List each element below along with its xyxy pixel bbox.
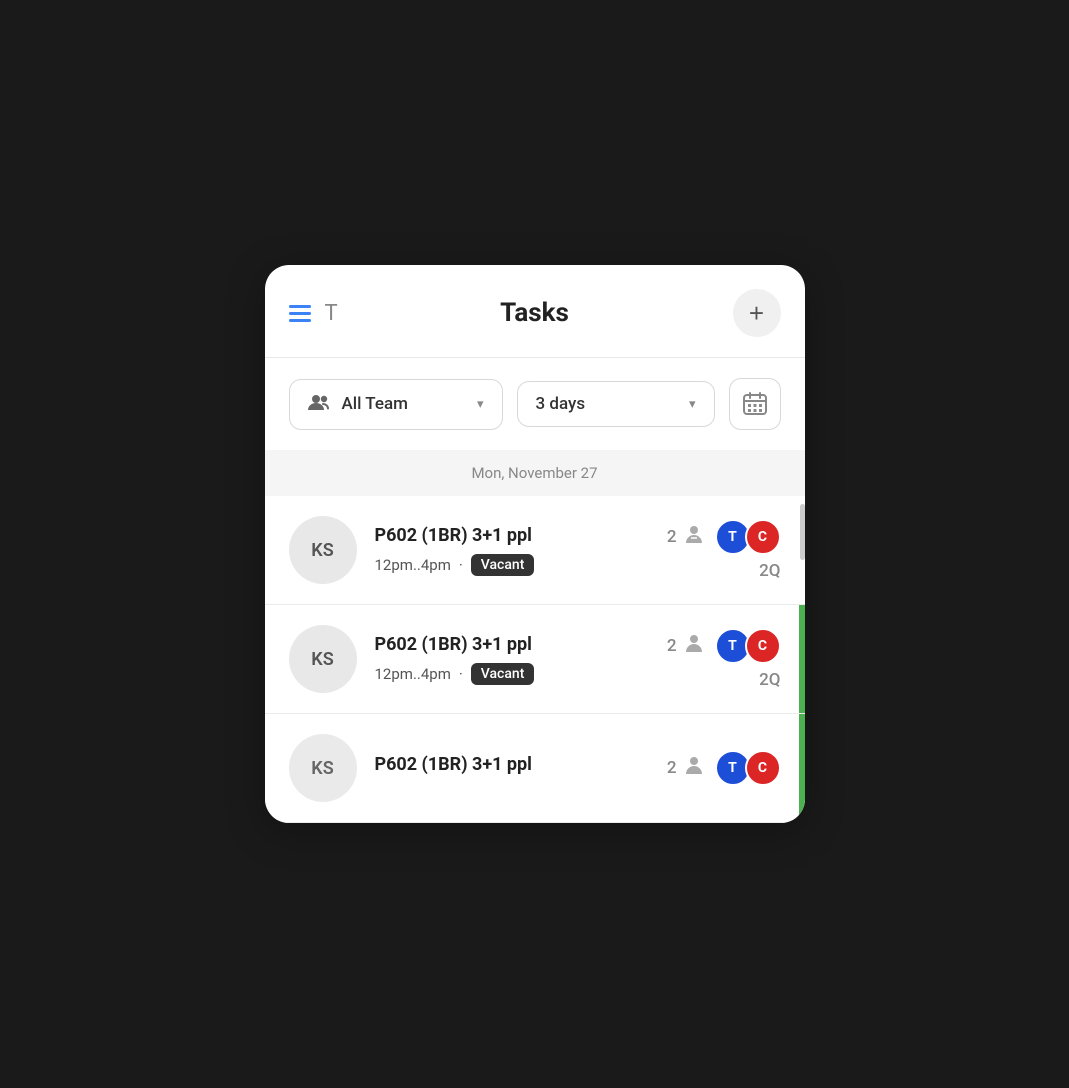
task-time: 12pm..4pm — [375, 665, 451, 683]
member-avatar-c: C — [745, 628, 781, 664]
separator: · — [459, 556, 463, 574]
task-qty: 2Q — [759, 561, 780, 581]
task-row[interactable]: KS P602 (1BR) 3+1 ppl 2 T C — [265, 714, 805, 823]
avatar: KS — [289, 625, 357, 693]
task-meta-top: 2 T C — [667, 750, 781, 786]
task-time-row: 12pm..4pm · Vacant — [375, 554, 651, 576]
days-filter-label: 3 days — [536, 394, 586, 414]
header: T Tasks + — [265, 265, 805, 357]
task-row[interactable]: KS P602 (1BR) 3+1 ppl 12pm..4pm · Vacant… — [265, 496, 805, 605]
days-chevron-icon: ▾ — [689, 397, 696, 412]
vacant-badge: Vacant — [471, 663, 535, 685]
member-avatars: T C — [715, 519, 781, 555]
task-count: 2 — [667, 758, 677, 778]
header-t-label: T — [325, 301, 338, 326]
separator: · — [459, 665, 463, 683]
menu-icon[interactable] — [289, 305, 311, 322]
date-header-section: Mon, November 27 — [265, 450, 805, 496]
team-icon — [308, 392, 332, 417]
team-chevron-icon: ▾ — [477, 397, 484, 412]
task-title: P602 (1BR) 3+1 ppl — [375, 634, 651, 655]
task-qty: 2Q — [759, 670, 780, 690]
task-time: 12pm..4pm — [375, 556, 451, 574]
person-icon — [683, 755, 705, 782]
member-avatar-c: C — [745, 519, 781, 555]
team-filter-dropdown[interactable]: All Team ▾ — [289, 379, 503, 430]
task-row[interactable]: KS P602 (1BR) 3+1 ppl 12pm..4pm · Vacant… — [265, 605, 805, 714]
task-time-row: 12pm..4pm · Vacant — [375, 663, 651, 685]
member-avatars: T C — [715, 750, 781, 786]
scrollbar-thumb — [800, 504, 805, 560]
scrollbar-area — [800, 496, 805, 604]
add-button[interactable]: + — [733, 289, 781, 337]
task-count: 2 — [667, 636, 677, 656]
date-header: Mon, November 27 — [289, 464, 781, 482]
member-avatar-c: C — [745, 750, 781, 786]
page-title: Tasks — [500, 298, 569, 328]
calendar-button[interactable] — [729, 378, 781, 430]
days-filter-dropdown[interactable]: 3 days ▾ — [517, 381, 715, 427]
task-meta-top: 2 T C — [667, 628, 781, 664]
task-count: 2 — [667, 527, 677, 547]
team-filter-label: All Team — [342, 394, 408, 414]
member-avatars: T C — [715, 628, 781, 664]
task-info: P602 (1BR) 3+1 ppl 12pm..4pm · Vacant — [375, 634, 651, 685]
task-meta: 2 T C 2Q — [667, 628, 781, 690]
person-icon — [683, 633, 705, 660]
person-icon — [683, 524, 705, 551]
task-info: P602 (1BR) 3+1 ppl — [375, 754, 651, 783]
filters-bar: All Team ▾ 3 days ▾ — [265, 358, 805, 450]
task-title: P602 (1BR) 3+1 ppl — [375, 754, 651, 775]
header-left: T — [289, 301, 338, 326]
app-card: T Tasks + All Team ▾ 3 days ▾ — [265, 265, 805, 823]
avatar: KS — [289, 734, 357, 802]
task-meta-top: 2 T C — [667, 519, 781, 555]
avatar: KS — [289, 516, 357, 584]
vacant-badge: Vacant — [471, 554, 535, 576]
task-title: P602 (1BR) 3+1 ppl — [375, 525, 651, 546]
task-info: P602 (1BR) 3+1 ppl 12pm..4pm · Vacant — [375, 525, 651, 576]
calendar-icon — [742, 391, 768, 417]
task-meta: 2 T C — [667, 750, 781, 786]
task-meta: 2 T C 2Q — [667, 519, 781, 581]
